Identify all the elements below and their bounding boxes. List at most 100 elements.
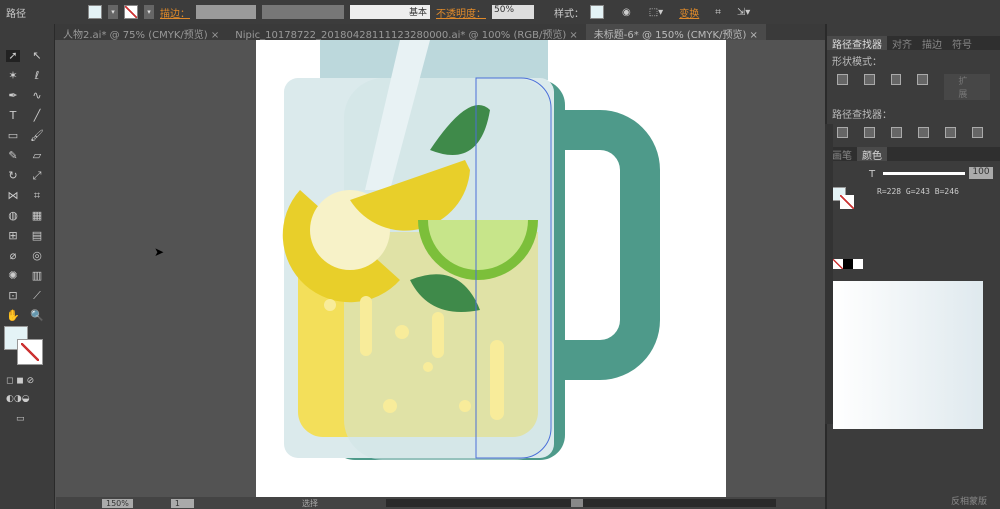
bubble <box>395 325 409 339</box>
none-black-white-swatches[interactable] <box>833 259 863 269</box>
eyedropper-icon[interactable]: ⌀ <box>6 250 20 262</box>
fill-swatch[interactable] <box>88 5 102 19</box>
shape-builder-icon[interactable]: ◍ <box>6 210 20 222</box>
stroke-weight-field[interactable] <box>196 5 256 19</box>
tab-symbols[interactable]: 符号 <box>947 36 977 51</box>
fill-dropdown[interactable]: ▾ <box>108 5 118 19</box>
opacity-field[interactable]: 50% <box>492 5 534 19</box>
shape-modes-label: 形状模式： <box>832 57 882 68</box>
tab-align[interactable]: 对齐 <box>887 36 917 51</box>
exclude-icon[interactable] <box>917 74 929 85</box>
stroke-label[interactable]: 描边： <box>160 5 190 20</box>
align-icon[interactable]: ⬚▾ <box>649 7 663 18</box>
artboard-icon[interactable]: ⊡ <box>6 290 20 302</box>
status-bar: 150% 1 选择 <box>56 497 825 509</box>
tab-pathfinder[interactable]: 路径查找器 <box>827 36 887 51</box>
magic-wand-icon[interactable]: ✶ <box>6 70 20 82</box>
type-icon[interactable]: T <box>6 110 20 122</box>
canvas-area[interactable]: ➤ <box>56 40 825 497</box>
brush-icon[interactable]: 🖌 <box>30 130 44 142</box>
tab-document-3[interactable]: 未标题-6* @ 150% (CMYK/预览) × <box>585 24 766 41</box>
pathfinder-label: 路径查找器： <box>832 110 892 121</box>
blend-icon[interactable]: ◎ <box>30 250 44 262</box>
lasso-icon[interactable]: ℓ <box>30 70 44 82</box>
stroke-swatch[interactable] <box>124 5 138 19</box>
lemonade-jar-artwork[interactable] <box>256 40 726 497</box>
bubble <box>383 399 397 413</box>
merge-icon[interactable] <box>891 127 902 138</box>
invert-mask-label: 反相蒙版 <box>951 497 988 507</box>
symbol-sprayer-icon[interactable]: ✺ <box>6 270 20 282</box>
stroke-dropdown[interactable]: ▾ <box>144 5 154 19</box>
style-swatch[interactable] <box>590 5 604 19</box>
crop-icon[interactable] <box>918 127 929 138</box>
minus-back-icon[interactable] <box>972 127 983 138</box>
line-icon[interactable]: ╱ <box>30 110 44 122</box>
tools-panel: ➚ ↖ ✶ ℓ ✒ ∿ T ╱ ▭ 🖌 ✎ ▱ ↻ ⤢ ⋈ ⌗ ◍ ▦ ⊞ ▤ … <box>0 24 55 509</box>
opacity-label[interactable]: 不透明度： <box>436 5 486 20</box>
pen-icon[interactable]: ✒ <box>6 90 20 102</box>
jar-lid <box>320 40 548 80</box>
tab-document-2[interactable]: Nipic_10178722_20180428111123280000.ai* … <box>227 24 586 41</box>
tint-value-field[interactable]: 100 <box>969 167 993 179</box>
selection-tool-icon[interactable]: ➚ <box>6 50 20 62</box>
tab-document-1[interactable]: 人物2.ai* @ 75% (CMYK/预览) × <box>55 24 227 41</box>
tint-label: T <box>869 169 876 180</box>
stroke-mini[interactable] <box>840 195 854 209</box>
stroke-style-select[interactable]: 基本 <box>350 5 430 19</box>
zoom-field[interactable]: 150% <box>102 498 133 508</box>
bubble <box>324 299 336 311</box>
artboard[interactable] <box>256 40 726 497</box>
current-tool-label: 选择 <box>301 498 318 508</box>
minus-front-icon[interactable] <box>863 74 875 85</box>
screen-mode-icon[interactable]: ▭ <box>16 414 25 424</box>
style-label: 样式： <box>554 8 584 20</box>
document-tabs: 人物2.ai* @ 75% (CMYK/预览) × Nipic_10178722… <box>55 24 825 41</box>
rotate-icon[interactable]: ↻ <box>6 170 20 182</box>
transform-button[interactable]: 变换 <box>679 5 699 20</box>
outline-icon[interactable] <box>945 127 956 138</box>
object-type-label: 路径 <box>6 8 26 20</box>
bubble-bar <box>490 340 504 420</box>
isolate-icon[interactable]: ⌗ <box>715 7 721 18</box>
intersect-icon[interactable] <box>890 74 902 85</box>
gradient-icon[interactable]: ▤ <box>30 230 44 242</box>
scale-icon[interactable]: ⤢ <box>30 170 44 182</box>
variable-width-field[interactable] <box>262 5 344 19</box>
tint-slider[interactable] <box>883 172 965 175</box>
horizontal-scrollbar[interactable] <box>385 499 776 507</box>
rgb-readout: R=228 G=243 B=246 <box>877 187 959 196</box>
unite-icon[interactable] <box>837 74 848 85</box>
hand-icon[interactable]: ✋ <box>6 310 20 322</box>
tab-stroke[interactable]: 描边 <box>917 36 947 51</box>
eraser-icon[interactable]: ▱ <box>30 150 44 162</box>
stroke-color-box[interactable] <box>17 339 43 365</box>
color-panel: T 100 R=228 G=243 B=246 <box>827 161 1000 271</box>
scrollbar[interactable] <box>825 124 833 424</box>
color-mode-icons[interactable]: ◻ ◼ ⊘ <box>6 376 34 386</box>
perspective-icon[interactable]: ▦ <box>30 210 44 222</box>
zoom-icon[interactable]: 🔍 <box>30 310 44 322</box>
color-tabs: 画笔 颜色 <box>827 147 1000 162</box>
slice-icon[interactable]: ⟋ <box>30 290 44 302</box>
direct-selection-icon[interactable]: ↖ <box>30 50 44 62</box>
control-bar: 路径 ▾ ▾ 描边： 基本 不透明度： 50% 样式： ◉ ⬚▾ 变换 ⌗ ⇲▾ <box>0 0 1000 24</box>
page-field[interactable]: 1 <box>170 498 194 508</box>
pathfinder-buttons <box>827 124 1000 141</box>
expand-button[interactable]: 扩展 <box>944 74 990 100</box>
trim-icon[interactable] <box>864 127 875 138</box>
pathfinder-tabs: 路径查找器 对齐 描边 符号 <box>827 36 1000 51</box>
arrange-icon[interactable]: ⇲▾ <box>737 7 750 18</box>
graph-icon[interactable]: ▥ <box>30 270 44 282</box>
pencil-icon[interactable]: ✎ <box>6 150 20 162</box>
divide-icon[interactable] <box>837 127 848 138</box>
width-icon[interactable]: ⋈ <box>6 190 20 202</box>
mouse-cursor-icon: ➤ <box>154 245 165 259</box>
recolor-icon[interactable]: ◉ <box>622 7 631 18</box>
rectangle-icon[interactable]: ▭ <box>6 130 20 142</box>
free-transform-icon[interactable]: ⌗ <box>30 190 44 202</box>
curvature-icon[interactable]: ∿ <box>30 90 44 102</box>
draw-mode-icons[interactable]: ◐◑◒ <box>6 394 30 404</box>
mesh-icon[interactable]: ⊞ <box>6 230 20 242</box>
tab-color[interactable]: 颜色 <box>857 147 887 162</box>
